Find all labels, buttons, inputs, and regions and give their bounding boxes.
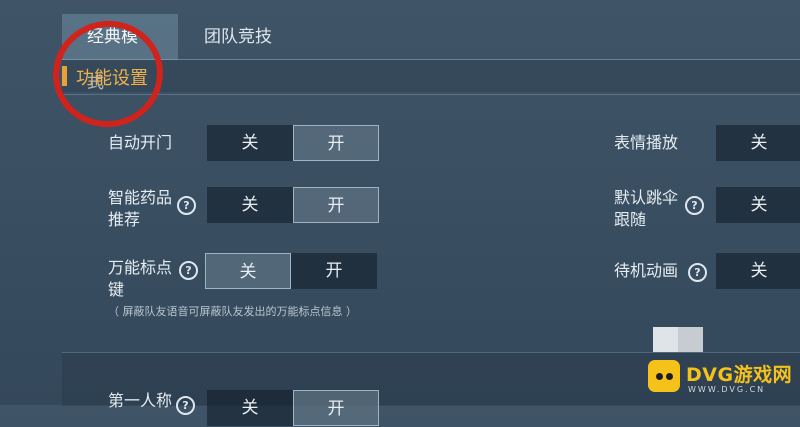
smart-med-toggle: 关 开 — [207, 187, 379, 223]
watermark-brand: DVG游戏网 — [686, 364, 793, 386]
auto-door-on-button[interactable]: 开 — [293, 125, 379, 161]
universal-mark-label: 万能标点 键 — [108, 257, 172, 301]
idle-anim-toggle: 关 — [716, 253, 800, 289]
auto-door-off-button[interactable]: 关 — [207, 125, 293, 161]
first-person-label: 第一人称 — [108, 391, 173, 410]
follow-jump-help-icon[interactable]: ? — [685, 196, 704, 215]
emote-play-label: 表情播放 — [614, 133, 679, 152]
watermark-logo-icon — [648, 360, 680, 392]
follow-jump-label-line2: 跟随 — [614, 210, 647, 229]
section-header: 功能设置 — [62, 60, 800, 92]
universal-mark-note: （ 屏蔽队友语音可屏蔽队友发出的万能标点信息 ） — [108, 305, 357, 318]
smart-med-off-button[interactable]: 关 — [207, 187, 293, 223]
logo-eye — [666, 373, 673, 380]
decor-square — [678, 327, 703, 352]
universal-mark-label-line2: 键 — [108, 280, 125, 299]
emote-play-off-button[interactable]: 关 — [716, 125, 800, 161]
smart-med-label: 智能药品 推荐 — [108, 187, 172, 231]
first-person-off-button[interactable]: 关 — [207, 390, 293, 426]
idle-anim-label: 待机动画 — [614, 261, 679, 280]
emote-play-toggle: 关 — [716, 125, 800, 161]
decor-square — [653, 327, 678, 352]
follow-jump-off-button[interactable]: 关 — [716, 187, 800, 223]
first-person-toggle: 关 开 — [207, 390, 379, 426]
universal-mark-off-button[interactable]: 关 — [205, 253, 291, 289]
section-divider — [62, 94, 800, 95]
tab-team-deathmatch[interactable]: 团队竞技 — [178, 14, 298, 60]
universal-mark-label-line1: 万能标点 — [108, 258, 173, 277]
logo-eye — [656, 373, 663, 380]
follow-jump-label: 默认跳伞 跟随 — [614, 187, 678, 231]
auto-door-toggle: 关 开 — [207, 125, 379, 161]
idle-anim-help-icon[interactable]: ? — [688, 263, 707, 282]
first-person-on-button[interactable]: 开 — [293, 390, 379, 426]
follow-jump-label-line1: 默认跳伞 — [614, 188, 679, 207]
site-watermark: DVG游戏网 WWW.DVG.CN — [640, 353, 800, 405]
universal-mark-help-icon[interactable]: ? — [179, 261, 198, 280]
idle-anim-off-button[interactable]: 关 — [716, 253, 800, 289]
auto-door-label: 自动开门 — [108, 133, 173, 152]
universal-mark-toggle: 关 开 — [205, 253, 377, 289]
smart-med-label-line2: 推荐 — [108, 210, 141, 229]
watermark-url: WWW.DVG.CN — [688, 385, 766, 394]
follow-jump-toggle: 关 — [716, 187, 800, 223]
first-person-help-icon[interactable]: ? — [176, 396, 195, 415]
smart-med-label-line1: 智能药品 — [108, 188, 173, 207]
universal-mark-on-button[interactable]: 开 — [291, 253, 377, 289]
smart-med-help-icon[interactable]: ? — [177, 196, 196, 215]
smart-med-on-button[interactable]: 开 — [293, 187, 379, 223]
